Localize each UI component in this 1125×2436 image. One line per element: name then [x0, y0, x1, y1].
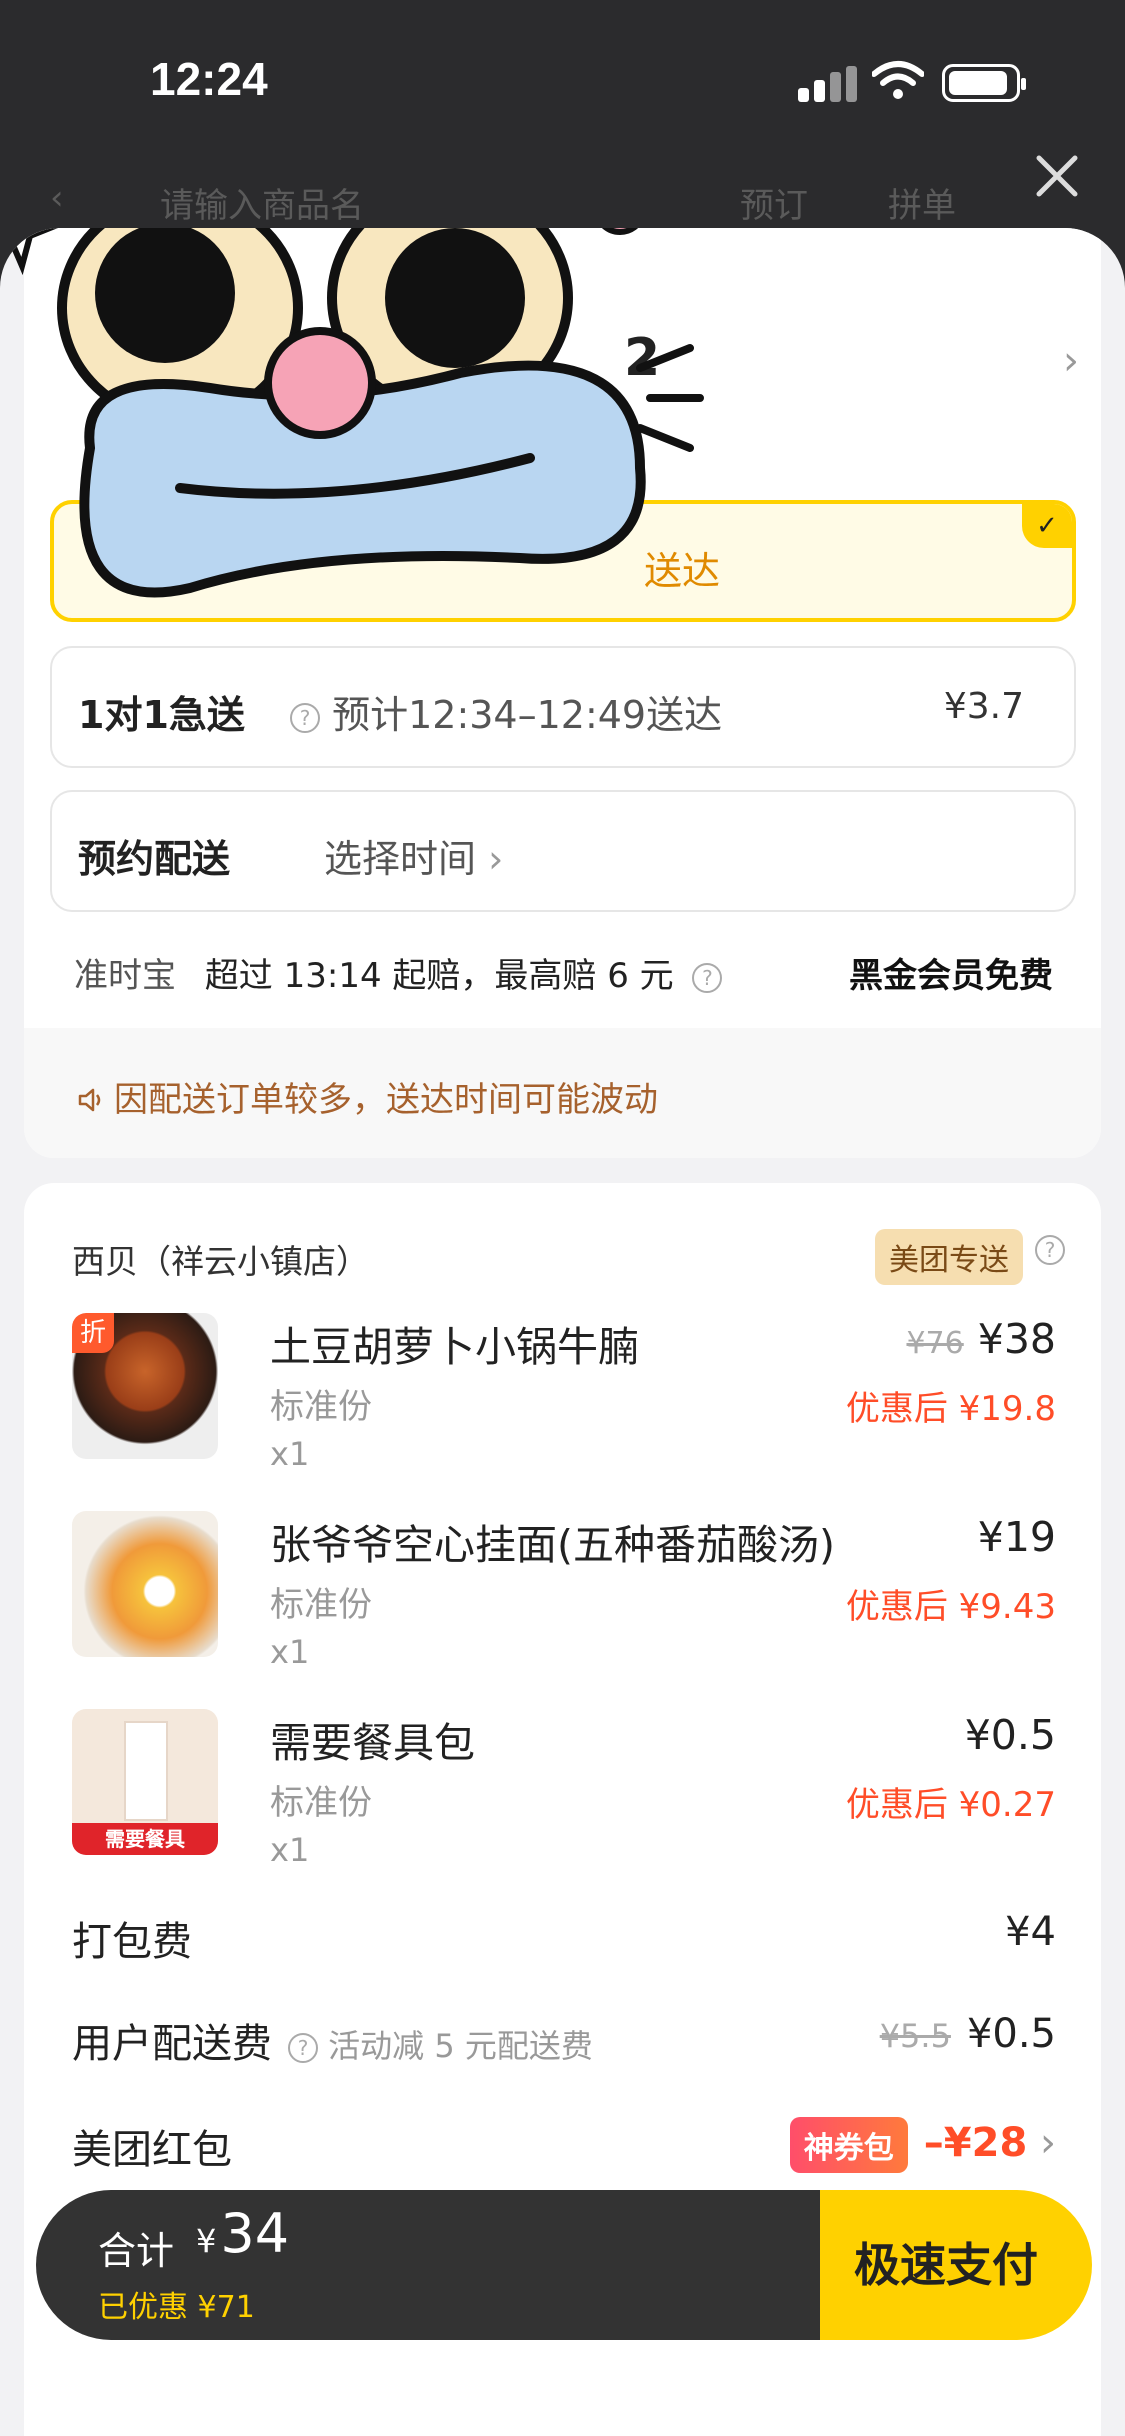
order-item[interactable]: 折 土豆胡萝卜小锅牛腩 标准份 x1 ¥76 ¥38 优惠后 ¥19.8 [72, 1313, 1072, 1473]
order-item[interactable]: 张爷爷空心挂面(五种番茄酸汤) 标准份 x1 ¥19 优惠后 ¥9.43 [72, 1511, 1072, 1671]
reserve-tab[interactable]: 预订 [740, 178, 808, 227]
express-price: ¥3.7 [943, 686, 1024, 727]
chevron-right-icon: › [488, 837, 504, 881]
packing-fee-row: 打包费 ¥4 [72, 1909, 1072, 1967]
delivery-fee-label: 用户配送费 [72, 2021, 272, 2067]
express-title: 1对1急送 [78, 693, 245, 737]
pay-button[interactable]: 极速支付 [820, 2190, 1092, 2340]
item-qty: x1 [270, 1435, 310, 1473]
chevron-right-icon: › [1040, 2120, 1056, 2166]
order-item[interactable]: 需要餐具 需要餐具包 标准份 x1 ¥0.5 优惠后 ¥0.27 [72, 1709, 1072, 1869]
checkout-sheet: 2 › 送达 ✓ 1对1急送 ? 预计12:34–12:49送达 ¥3.7 预约… [0, 228, 1125, 2436]
total-summary: 合计 ¥34 已优惠 ¥71 [36, 2190, 820, 2340]
item-name: 土豆胡萝卜小锅牛腩 [270, 1323, 639, 1371]
delivery-notice: 因配送订单较多，送达时间可能波动 [24, 1028, 1101, 1158]
item-spec: 标准份 [270, 1783, 372, 1823]
total-label: 合计 [98, 2229, 175, 2273]
ontime-guarantee: 准时宝 超过 13:14 起赔，最高赔 6 元 ? [74, 948, 723, 997]
cartoon-face-sticker [0, 228, 704, 598]
delivery-fee-value: ¥0.5 [966, 2011, 1056, 2057]
item-qty: x1 [270, 1633, 310, 1671]
info-icon[interactable]: ? [290, 702, 320, 733]
status-bar: 12:24 [0, 0, 1125, 150]
ontime-member-free: 黑金会员免费 [849, 956, 1053, 996]
delivery-fee-note: 活动减 5 元配送费 [328, 2027, 593, 2065]
item-qty: x1 [270, 1831, 310, 1869]
ontime-label: 准时宝 [74, 956, 176, 996]
delivery-fee-row: 用户配送费? 活动减 5 元配送费 ¥5.5 ¥0.5 [72, 2011, 1072, 2069]
scheduled-title: 预约配送 [78, 837, 231, 881]
item-spec: 标准份 [270, 1585, 372, 1625]
item-discount-price: 优惠后 ¥0.27 [845, 1785, 1056, 1825]
ontime-desc: 超过 13:14 起赔，最高赔 6 元 [204, 956, 674, 996]
utensil-pack-shape [124, 1721, 168, 1821]
item-price: ¥19 [977, 1513, 1056, 1561]
food-thumbnail-utensil-pack: 需要餐具 [72, 1709, 218, 1855]
red-packet-row[interactable]: 美团红包 神券包 –¥28 › [72, 2117, 1072, 2175]
packing-fee-label: 打包费 [72, 1919, 192, 1965]
delivery-option-express[interactable]: 1对1急送 ? 预计12:34–12:49送达 ¥3.7 [50, 646, 1076, 768]
delivery-tag: 美团专送 [875, 1229, 1023, 1285]
food-thumbnail-tomato-noodles [72, 1511, 218, 1657]
saved-amount: 已优惠 ¥71 [98, 2290, 255, 2325]
help-icon[interactable]: ? [288, 2033, 318, 2063]
item-name: 张爷爷空心挂面(五种番茄酸汤) [270, 1521, 835, 1569]
thumb-label: 需要餐具 [72, 1823, 218, 1855]
item-name: 需要餐具包 [270, 1719, 475, 1767]
close-icon[interactable] [1029, 148, 1085, 204]
payment-bar: 合计 ¥34 已优惠 ¥71 极速支付 [36, 2190, 1092, 2340]
group-order-tab[interactable]: 拼单 [888, 178, 956, 227]
item-price: ¥76 ¥38 [906, 1315, 1056, 1363]
coupon-pack-tag: 神券包 [789, 2117, 908, 2173]
food-thumbnail-beef-pot: 折 [72, 1313, 218, 1459]
check-icon: ✓ [1022, 504, 1072, 548]
chevron-right-icon[interactable]: › [1063, 338, 1079, 384]
store-name: 西贝（祥云小镇店） [72, 1242, 369, 1281]
item-spec: 标准份 [270, 1387, 372, 1427]
speaker-icon [78, 1088, 101, 1112]
select-time-link[interactable]: 选择时间 › [324, 828, 503, 883]
red-packet-value: –¥28 [923, 2120, 1028, 2166]
battery-icon [942, 64, 1026, 102]
signal-icon [798, 66, 858, 102]
red-packet-label: 美团红包 [72, 2127, 232, 2173]
wifi-icon [872, 61, 924, 99]
back-icon[interactable]: ‹ [50, 178, 64, 218]
search-placeholder[interactable]: 请输入商品名 [160, 178, 364, 227]
delivery-option-scheduled[interactable]: 预约配送 选择时间 › [50, 790, 1076, 912]
discount-badge: 折 [72, 1313, 114, 1353]
total-amount: ¥34 [196, 2202, 290, 2265]
delivery-fee-old: ¥5.5 [879, 2017, 951, 2055]
packing-fee-value: ¥4 [1005, 1909, 1056, 1955]
item-discount-price: 优惠后 ¥9.43 [845, 1587, 1056, 1627]
item-price: ¥0.5 [964, 1711, 1056, 1759]
status-time: 12:24 [150, 53, 268, 105]
help-icon[interactable]: ? [1035, 1235, 1065, 1265]
item-discount-price: 优惠后 ¥19.8 [845, 1389, 1056, 1429]
express-eta: ? 预计12:34–12:49送达 [290, 684, 722, 739]
notice-text: 因配送订单较多，送达时间可能波动 [114, 1080, 658, 1120]
help-icon[interactable]: ? [692, 962, 723, 993]
